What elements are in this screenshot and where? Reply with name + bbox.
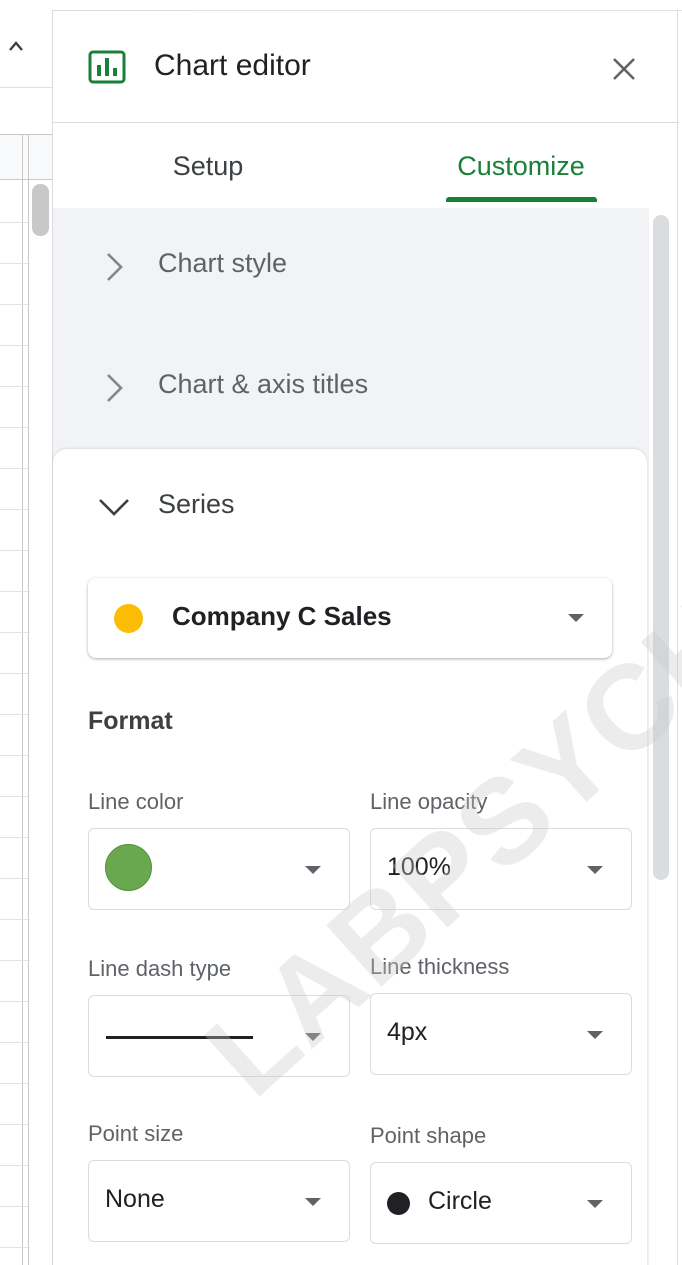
row-gridline [0, 304, 30, 305]
row-gridline [0, 673, 30, 674]
row-gridline [0, 509, 30, 510]
customize-content: Chart style Chart & axis titles Series C… [53, 208, 649, 1265]
section-series[interactable]: Series [53, 449, 647, 569]
row-gridline [0, 796, 30, 797]
row-gridline [0, 755, 30, 756]
line-opacity-label: Line opacity [370, 789, 488, 814]
row-gridline [0, 427, 30, 428]
point-size-label: Point size [88, 1121, 184, 1146]
sheet-scrollbar-thumb[interactable] [32, 184, 49, 236]
close-icon [613, 58, 635, 80]
panel-title: Chart editor [154, 49, 311, 82]
row-gridline [0, 1001, 30, 1002]
row-gridline [0, 837, 30, 838]
point-shape-label: Point shape [370, 1123, 487, 1148]
tab-customize[interactable]: Customize [445, 124, 597, 208]
row-gridline [0, 878, 30, 879]
tab-bar: Setup Customize [53, 124, 679, 208]
caret-down-icon [305, 1198, 321, 1206]
row-gridline [0, 550, 30, 551]
section-label: Chart & axis titles [158, 369, 369, 399]
caret-down-icon [568, 614, 584, 622]
point-shape-value: Circle [428, 1187, 492, 1215]
close-button[interactable] [608, 53, 640, 85]
line-opacity-value: 100% [387, 853, 451, 881]
row-gridline [0, 632, 30, 633]
section-chart-style[interactable]: Chart style [53, 208, 649, 328]
row-gridline [0, 960, 30, 961]
caret-down-icon [305, 866, 321, 874]
line-thickness-value: 4px [387, 1018, 428, 1046]
point-shape-dropdown[interactable]: Circle [370, 1162, 632, 1244]
circle-icon [387, 1192, 410, 1215]
row-gridline [0, 1247, 30, 1248]
row-gridline [0, 386, 30, 387]
line-dash-type-label: Line dash type [88, 956, 232, 981]
point-size-value: None [105, 1185, 165, 1213]
section-label: Series [158, 489, 235, 519]
line-color-label: Line color [88, 789, 184, 814]
row-gridline [0, 1083, 30, 1084]
chevron-right-icon [107, 374, 123, 402]
row-gridline [0, 1165, 30, 1166]
series-selected: Company C Sales [172, 601, 392, 631]
line-color-dropdown[interactable] [88, 828, 350, 910]
row-gridline [0, 222, 30, 223]
row-gridline [0, 345, 30, 346]
row-gridline [0, 1042, 30, 1043]
line-thickness-dropdown[interactable]: 4px [370, 993, 632, 1075]
chevron-up-icon[interactable] [8, 40, 24, 52]
solid-line-icon [106, 1036, 253, 1039]
panel-header: Chart editor [53, 11, 679, 123]
chart-editor-panel: Chart editor Setup Customize Chart style… [52, 11, 679, 1265]
point-size-dropdown[interactable]: None [88, 1160, 350, 1242]
tab-setup[interactable]: Setup [133, 124, 283, 208]
line-dash-type-dropdown[interactable] [88, 995, 350, 1077]
format-heading: Format [88, 707, 173, 735]
caret-down-icon [587, 1031, 603, 1039]
line-color-swatch [105, 844, 152, 891]
caret-down-icon [587, 1200, 603, 1208]
row-gridline [0, 591, 30, 592]
row-gridline [0, 714, 30, 715]
section-label: Chart style [158, 248, 288, 278]
series-card: Series Company C Sales Format Line color… [53, 449, 647, 1265]
active-tab-indicator [446, 197, 597, 202]
line-thickness-label: Line thickness [370, 954, 510, 979]
series-dropdown[interactable]: Company C Sales [88, 578, 612, 658]
row-gridline [0, 919, 30, 920]
section-chart-axis-titles[interactable]: Chart & axis titles [53, 329, 649, 449]
column-header-row [0, 134, 52, 180]
chevron-right-icon [107, 253, 123, 281]
spreadsheet-strip [0, 0, 52, 1265]
caret-down-icon [305, 1033, 321, 1041]
row-gridline [0, 1124, 30, 1125]
panel-scrollbar-thumb[interactable] [653, 215, 669, 880]
row-gridline [0, 263, 30, 264]
row-gridline [0, 1206, 30, 1207]
chevron-down-icon [99, 499, 129, 516]
line-opacity-dropdown[interactable]: 100% [370, 828, 632, 910]
bar-chart-icon [88, 50, 126, 84]
series-color-dot [114, 604, 143, 633]
caret-down-icon [587, 866, 603, 874]
row-gridline [0, 468, 30, 469]
